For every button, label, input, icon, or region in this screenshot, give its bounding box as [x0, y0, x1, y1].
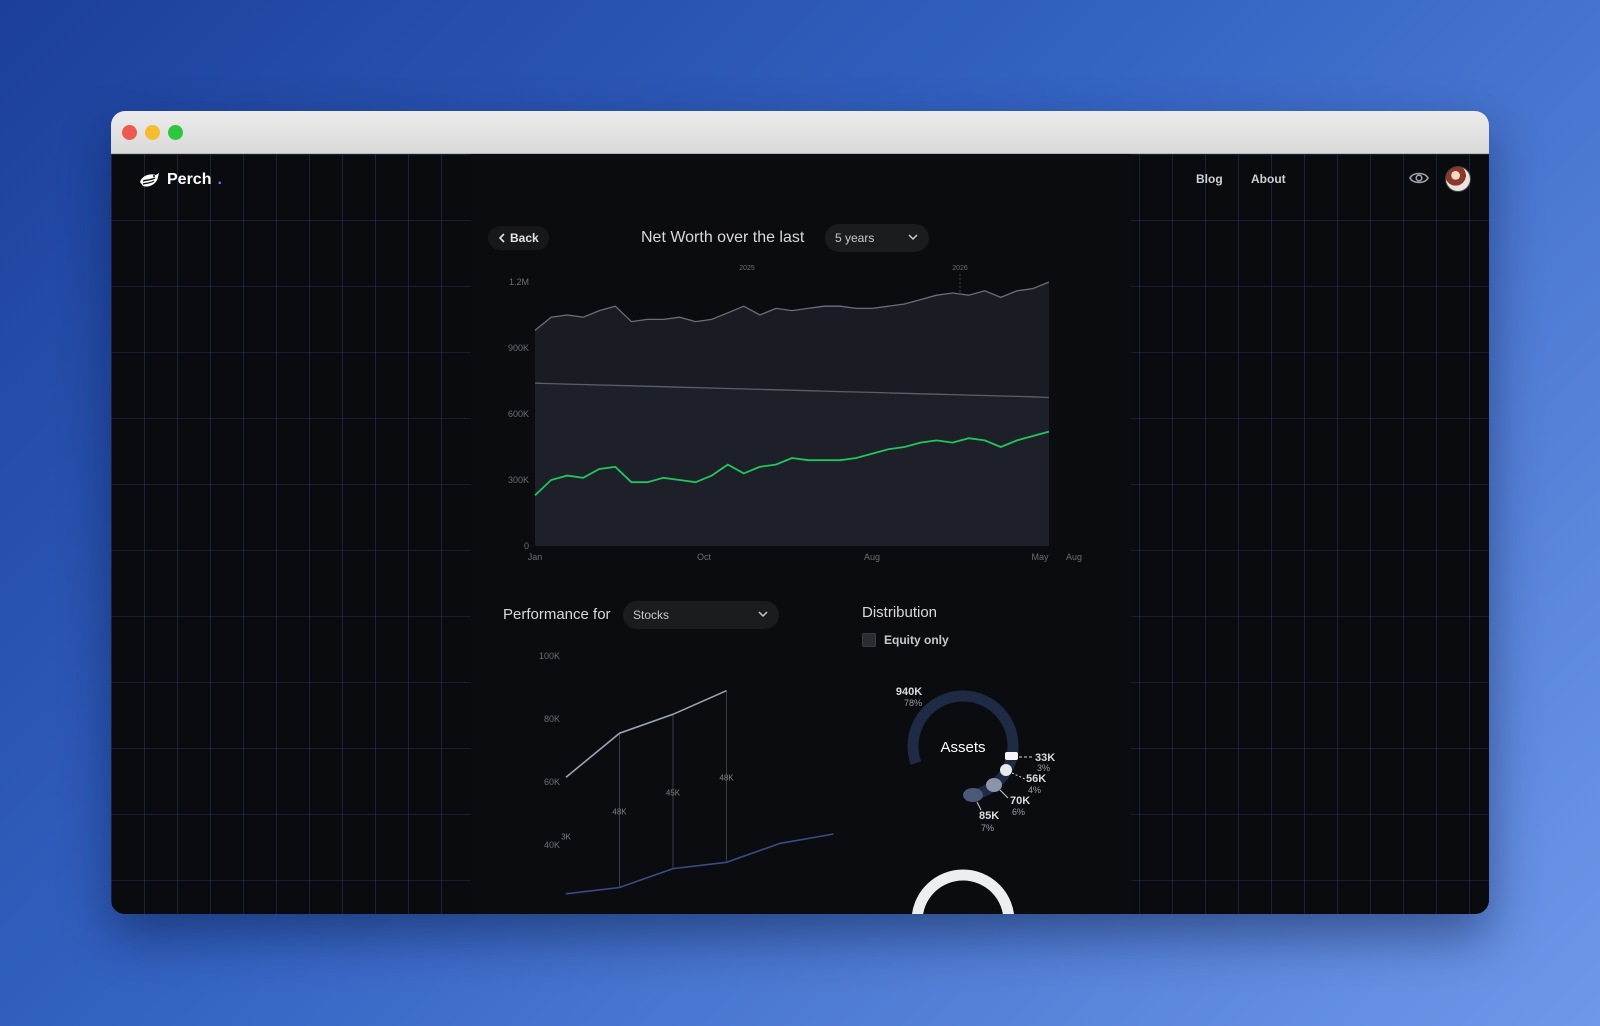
performance-title: Performance for: [503, 606, 611, 623]
y-tick-label: 1.2M: [509, 277, 529, 287]
maximize-window-button[interactable]: [168, 125, 183, 140]
chevron-down-icon: [758, 611, 768, 618]
point-label: 45K: [666, 788, 681, 797]
brand-logo[interactable]: Perch.: [137, 168, 222, 192]
y-tick-label: 300K: [508, 475, 529, 485]
period-select-value: 5 years: [835, 231, 875, 245]
user-avatar[interactable]: [1445, 166, 1471, 192]
y-tick-label: 40K: [544, 840, 560, 850]
chevron-left-icon: [498, 233, 505, 243]
donut-slice-33k: [1005, 752, 1018, 760]
equity-only-label: Equity only: [884, 633, 949, 647]
donut-slice-85k: [963, 788, 983, 802]
slice-pct-label: 7%: [981, 823, 994, 833]
net-worth-title: Net Worth over the last: [641, 229, 805, 246]
slice-pct-label: 3%: [1037, 763, 1050, 773]
y-axis-labels: 0 300K 600K 900K 1.2M: [508, 277, 529, 551]
x-tick-label: Aug: [1066, 552, 1082, 562]
distribution-donut-chart: Assets 940K 78% 33K 3% 56K 4% 70K 6% 85K…: [896, 686, 1055, 914]
back-button[interactable]: Back: [488, 226, 549, 250]
close-window-button[interactable]: [122, 125, 137, 140]
performance-line-cost: [565, 833, 834, 895]
donut-slice-70k: [986, 778, 1002, 792]
y-tick-label: 60K: [544, 777, 560, 787]
slice-pct-label: 6%: [1012, 807, 1025, 817]
eye-icon[interactable]: [1408, 168, 1430, 188]
grid-background-right: [1129, 154, 1489, 914]
slice-value-label: 85K: [979, 810, 999, 822]
asset-class-select-value: Stocks: [633, 608, 670, 622]
y-tick-label: 600K: [508, 409, 529, 419]
equity-only-checkbox[interactable]: [862, 633, 876, 647]
donut-slice-56k: [1000, 764, 1012, 776]
minimize-window-button[interactable]: [145, 125, 160, 140]
x-axis-labels: Jan Oct Aug May Aug: [528, 552, 1082, 562]
app-content: Perch. Blog About Back Net Worth over th…: [111, 154, 1489, 914]
leader-line: [1011, 772, 1026, 780]
brand-name: Perch: [167, 171, 212, 188]
grid-background-left: [111, 154, 471, 914]
x-tick-label: Aug: [864, 552, 880, 562]
x-tick-label: Jan: [528, 552, 543, 562]
net-worth-chart: 2025 2026 0 300K 600K 900K 1.2M Jan Oct Aug May…: [508, 265, 1082, 562]
equity-only-toggle[interactable]: Equity only: [862, 633, 949, 647]
nav-link-about[interactable]: About: [1251, 172, 1286, 186]
y-tick-label: 80K: [544, 714, 560, 724]
performance-chart: 40K 60K 80K 100K 3K 48K 45K 48K: [539, 651, 834, 895]
x-tick-label: Oct: [697, 552, 712, 562]
leader-line: [999, 789, 1009, 799]
slice-value-label: 56K: [1026, 773, 1046, 785]
top-tick-label: 2026: [952, 265, 968, 272]
period-select[interactable]: 5 years: [825, 224, 929, 252]
liabilities-area: [535, 383, 1049, 546]
net-worth-top-ticks: 2025 2026: [739, 265, 968, 272]
slice-pct-label: 4%: [1028, 785, 1041, 795]
point-label: 48K: [612, 807, 627, 816]
y-tick-label: 0: [524, 541, 529, 551]
brand-dot: .: [217, 171, 222, 188]
point-label: 48K: [719, 774, 734, 783]
nav-link-blog[interactable]: Blog: [1196, 172, 1223, 186]
x-tick-label: May: [1031, 552, 1049, 562]
donut-center-label: Assets: [940, 739, 985, 756]
bird-logo-icon: [140, 173, 159, 187]
asset-class-select[interactable]: Stocks: [623, 601, 779, 629]
slice-pct-label: 78%: [904, 698, 922, 708]
leader-line: [976, 801, 982, 811]
point-label: 3K: [561, 833, 571, 842]
browser-window: Perch. Blog About Back Net Worth over th…: [111, 111, 1489, 914]
window-titlebar: [111, 111, 1489, 154]
slice-value-label: 940K: [896, 686, 922, 698]
chevron-down-icon: [908, 234, 918, 241]
performance-line-value: [565, 689, 727, 778]
back-label: Back: [510, 231, 539, 245]
slice-value-label: 70K: [1010, 795, 1030, 807]
y-tick-label: 900K: [508, 343, 529, 353]
point-labels: 3K 48K 45K 48K: [561, 774, 734, 842]
top-tick-label: 2025: [739, 265, 755, 272]
distribution-title: Distribution: [862, 604, 938, 621]
liabilities-donut: [911, 869, 1015, 914]
y-axis-labels: 40K 60K 80K 100K: [539, 651, 560, 850]
y-tick-label: 100K: [539, 651, 560, 661]
